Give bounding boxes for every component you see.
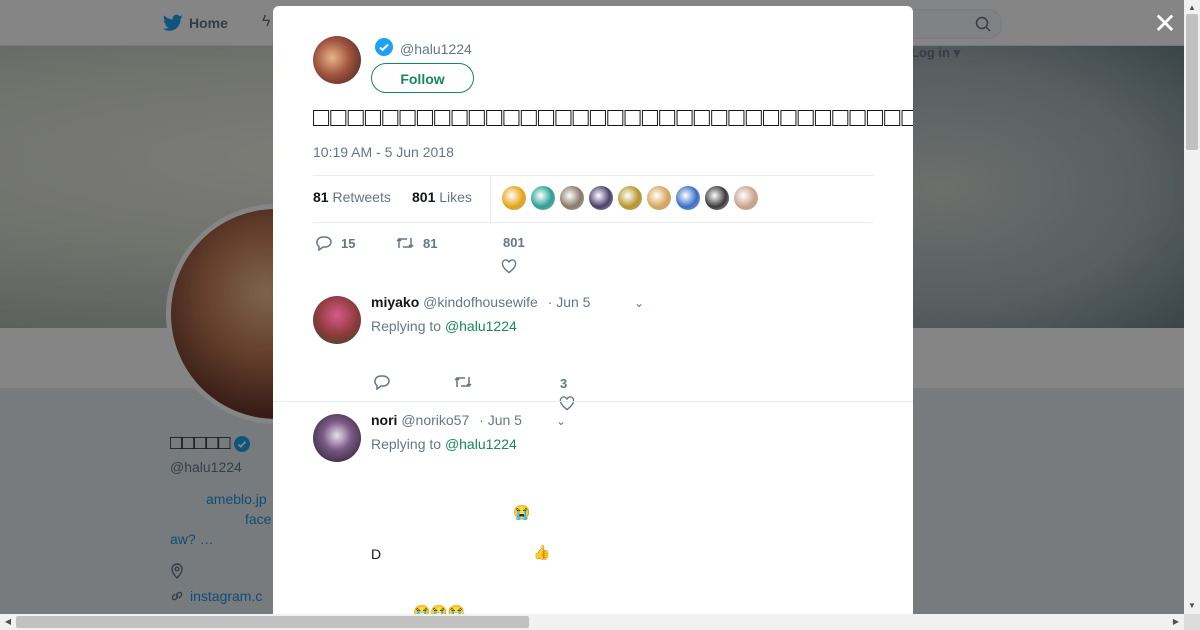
liker-avatar[interactable] (734, 186, 758, 210)
close-icon[interactable]: ✕ (1153, 10, 1177, 38)
stats-divider (490, 176, 491, 222)
follow-button[interactable]: Follow (371, 63, 474, 93)
heart-icon[interactable] (501, 259, 517, 274)
likes-count: 801 (412, 189, 436, 205)
horizontal-scroll-thumb[interactable] (16, 616, 529, 628)
chevron-down-icon[interactable]: ⌄ (634, 296, 644, 310)
reply-author-handle[interactable]: @noriko57 (401, 412, 469, 428)
replying-prefix: Replying to (371, 436, 442, 452)
tweet-author-handle[interactable]: @halu1224 (400, 41, 472, 57)
retweets-label: Retweets (332, 189, 391, 205)
tweet-modal: @halu1224 Follow □□□□□□□□□□□□□□□□□□□□□□□… (273, 6, 913, 614)
scroll-right-arrow-icon[interactable]: ▶ (1168, 614, 1184, 630)
tweet-timestamp: 10:19 AM - 5 Jun 2018 (313, 144, 454, 160)
replying-mention[interactable]: @halu1224 (445, 436, 517, 452)
liker-avatar[interactable] (676, 186, 700, 210)
liker-avatar[interactable] (560, 186, 584, 210)
liker-avatar[interactable] (618, 186, 642, 210)
reply-tweet[interactable]: miyako @kindofhousewife · Jun 5 ⌄ Replyi… (273, 292, 913, 411)
reply-icon (316, 236, 332, 251)
liker-avatar[interactable] (647, 186, 671, 210)
reply-tweet[interactable]: nori @noriko57 · Jun 5 ⌄ Replying to @ha… (273, 410, 913, 614)
retweet-count: 81 (423, 235, 438, 251)
liker-avatar[interactable] (502, 186, 526, 210)
retweet-icon (396, 237, 414, 249)
tweet-author-avatar[interactable] (313, 36, 361, 84)
like-count[interactable]: 801 (503, 235, 525, 250)
reply-body-line: 😭😭😭 (413, 604, 466, 614)
reply-date[interactable]: · Jun 5 (479, 412, 522, 428)
likes-label: Likes (439, 189, 472, 205)
reply-author-name[interactable]: miyako (371, 294, 419, 310)
replying-to: Replying to @halu1224 (371, 318, 517, 334)
verified-icon (375, 38, 393, 56)
scrollbar-corner (1184, 614, 1200, 630)
likers-avatars (502, 186, 758, 210)
reply-avatar[interactable] (313, 414, 361, 462)
tweet-stats: 81 Retweets 801 Likes (313, 175, 873, 223)
retweets-count: 81 (313, 189, 329, 205)
vertical-scroll-thumb[interactable] (1186, 14, 1198, 150)
liker-avatar[interactable] (705, 186, 729, 210)
replying-to: Replying to @halu1224 (371, 436, 517, 452)
reply-avatar[interactable] (313, 296, 361, 344)
reply-header: nori @noriko57 · Jun 5 (371, 412, 522, 428)
reply-like-count[interactable]: 3 (560, 376, 567, 391)
reply-divider (273, 401, 913, 402)
reply-action[interactable]: 15 (315, 235, 355, 251)
liker-avatar[interactable] (589, 186, 613, 210)
scroll-left-arrow-icon[interactable]: ◀ (0, 614, 16, 630)
replying-mention[interactable]: @halu1224 (445, 318, 517, 334)
reply-count: 15 (341, 235, 356, 251)
reply-body-line: 😭 (513, 504, 531, 520)
liker-avatar[interactable] (531, 186, 555, 210)
retweets-stat[interactable]: 81 Retweets (313, 189, 391, 205)
reply-author-handle[interactable]: @kindofhousewife (423, 294, 538, 310)
likes-stat[interactable]: 801 Likes (412, 189, 472, 205)
reply-body-emoji: 👍 (533, 544, 551, 560)
like-count-text: 801 (503, 235, 525, 250)
tweet-text: □□□□□□□□□□□□□□□□□□□□□□□□□□□□□□□□□□□□□□□□… (313, 102, 913, 132)
tweet-actions: 15 81 801 (313, 233, 713, 277)
scroll-down-arrow-icon[interactable]: ▼ (1184, 598, 1200, 614)
chevron-down-icon[interactable]: ⌄ (556, 414, 566, 428)
reply-date[interactable]: · Jun 5 (548, 294, 591, 310)
reply-icon[interactable] (373, 374, 391, 393)
reply-header: miyako @kindofhousewife · Jun 5 (371, 294, 590, 310)
replying-prefix: Replying to (371, 318, 442, 334)
reply-author-name[interactable]: nori (371, 412, 397, 428)
reply-body-line: D (371, 546, 382, 562)
retweet-icon[interactable] (453, 374, 473, 393)
retweet-action[interactable]: 81 (395, 235, 437, 251)
